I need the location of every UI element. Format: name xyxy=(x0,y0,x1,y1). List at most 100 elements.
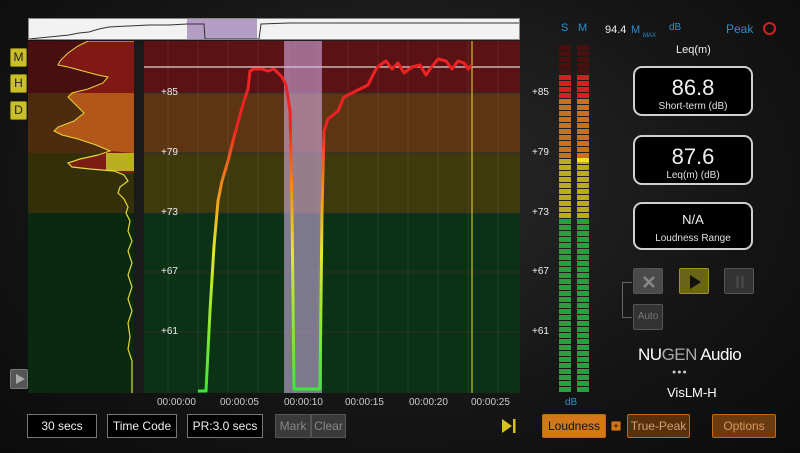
meter-m-segment xyxy=(577,195,589,200)
short-term-readout: 86.8 Short-term (dB) xyxy=(633,66,753,116)
meter-m-segment xyxy=(577,297,589,302)
meter-s-segment xyxy=(559,123,571,128)
meter-m-segment xyxy=(577,189,589,194)
leq-title: Leq(m) xyxy=(676,44,711,56)
auto-bracket xyxy=(622,282,632,318)
meter-m-segment xyxy=(577,111,589,116)
meter-s-segment xyxy=(559,171,571,176)
window-length-selector[interactable]: 30 secs xyxy=(27,414,97,438)
meter-m-segment xyxy=(577,351,589,356)
meter-s-segment xyxy=(559,363,571,368)
meter-m-segment xyxy=(577,87,589,92)
meter-s-segment xyxy=(559,345,571,350)
clear-marks-button[interactable]: Clear xyxy=(311,414,346,438)
time-label: 00:00:20 xyxy=(409,397,448,408)
meter-label-s: S xyxy=(561,22,569,34)
meter-s-segment xyxy=(559,309,571,314)
meter-m-segment xyxy=(577,147,589,152)
meter-s-segment xyxy=(559,69,571,74)
meter-m-segment xyxy=(577,387,589,392)
meter-m-segment xyxy=(577,75,589,80)
meter-s-segment xyxy=(559,99,571,104)
meter-s-segment xyxy=(559,225,571,230)
meter-m-segment xyxy=(577,117,589,122)
meter-m-segment xyxy=(577,105,589,110)
options-button[interactable]: Options xyxy=(712,414,776,438)
link-icon[interactable]: + xyxy=(611,421,621,431)
brand-audio: Audio xyxy=(696,345,742,364)
meter-s-segment xyxy=(559,291,571,296)
scale-label-right: +73 xyxy=(532,207,549,218)
peak-label: Peak xyxy=(726,22,754,36)
auto-button[interactable]: Auto xyxy=(633,304,663,330)
meter-s-segment xyxy=(559,129,571,134)
meter-s-segment xyxy=(559,207,571,212)
side-button-h[interactable]: H xyxy=(10,74,27,93)
selection-region xyxy=(284,41,322,393)
time-label: 00:00:25 xyxy=(471,397,510,408)
meter-m-segment xyxy=(577,249,589,254)
meter-m-segment xyxy=(577,279,589,284)
leqm-caption: Leq(m) (dB) xyxy=(666,170,720,181)
meter-s-segment xyxy=(559,327,571,332)
mark-button[interactable]: Mark xyxy=(275,414,311,438)
scale-label-left: +73 xyxy=(161,207,178,218)
meter-m-segment xyxy=(577,363,589,368)
meter-m-segment xyxy=(577,321,589,326)
short-term-caption: Short-term (dB) xyxy=(658,101,728,112)
meter-m-segment xyxy=(577,237,589,242)
meter-m-segment xyxy=(577,273,589,278)
meter-s-segment xyxy=(559,333,571,338)
meter-s-segment xyxy=(559,45,571,50)
meter-s-segment xyxy=(559,189,571,194)
peak-indicator[interactable] xyxy=(763,22,776,35)
pause-button[interactable] xyxy=(724,268,754,294)
meter-s-segment xyxy=(559,51,571,56)
time-label: 00:00:05 xyxy=(220,397,259,408)
meter-m-segment xyxy=(577,375,589,380)
pr-selector[interactable]: PR:3.0 secs xyxy=(187,414,263,438)
peak-db-label: dB xyxy=(669,22,682,33)
level-meters xyxy=(557,42,591,392)
meter-s-segment xyxy=(559,339,571,344)
side-button-d[interactable]: D xyxy=(10,101,27,120)
history-overview[interactable] xyxy=(28,18,520,40)
meter-m-segment xyxy=(577,225,589,230)
meter-m-peak-marker xyxy=(577,158,589,162)
meter-s-segment xyxy=(559,261,571,266)
meter-m-segment xyxy=(577,207,589,212)
scroll-play-button[interactable] xyxy=(10,369,28,389)
time-mode-selector[interactable]: Time Code xyxy=(107,414,177,438)
meter-s-segment xyxy=(559,105,571,110)
meter-m-segment xyxy=(577,261,589,266)
meter-s-segment xyxy=(559,213,571,218)
meter-m-segment xyxy=(577,81,589,86)
meter-m-segment xyxy=(577,309,589,314)
loudness-tab[interactable]: Loudness xyxy=(542,414,606,438)
meter-m-segment xyxy=(577,63,589,68)
meter-s-segment xyxy=(559,375,571,380)
meter-m-segment xyxy=(577,177,589,182)
clear-button[interactable] xyxy=(633,268,663,294)
scale-label-right: +67 xyxy=(532,266,549,277)
scale-label-right: +85 xyxy=(532,87,549,98)
leqm-value: 87.6 xyxy=(671,144,715,169)
brand-dots: ●●● xyxy=(672,369,688,376)
jump-to-end-button[interactable] xyxy=(500,417,518,435)
time-label: 00:00:15 xyxy=(345,397,384,408)
loudness-history-graph[interactable] xyxy=(28,41,520,393)
loudness-range-caption: Loudness Range xyxy=(655,233,731,244)
play-icon xyxy=(690,275,701,289)
meter-m-segment xyxy=(577,201,589,206)
peak-m-label: M xyxy=(631,24,641,36)
side-button-m[interactable]: M xyxy=(10,48,27,67)
meter-m-segment xyxy=(577,57,589,62)
meter-m-segment xyxy=(577,327,589,332)
meter-s-segment xyxy=(559,153,571,158)
play-button[interactable] xyxy=(679,268,709,294)
meter-s-segment xyxy=(559,249,571,254)
meter-m-segment xyxy=(577,99,589,104)
meter-m-segment xyxy=(577,231,589,236)
true-peak-tab[interactable]: True-Peak xyxy=(627,414,690,438)
meter-s-segment xyxy=(559,93,571,98)
